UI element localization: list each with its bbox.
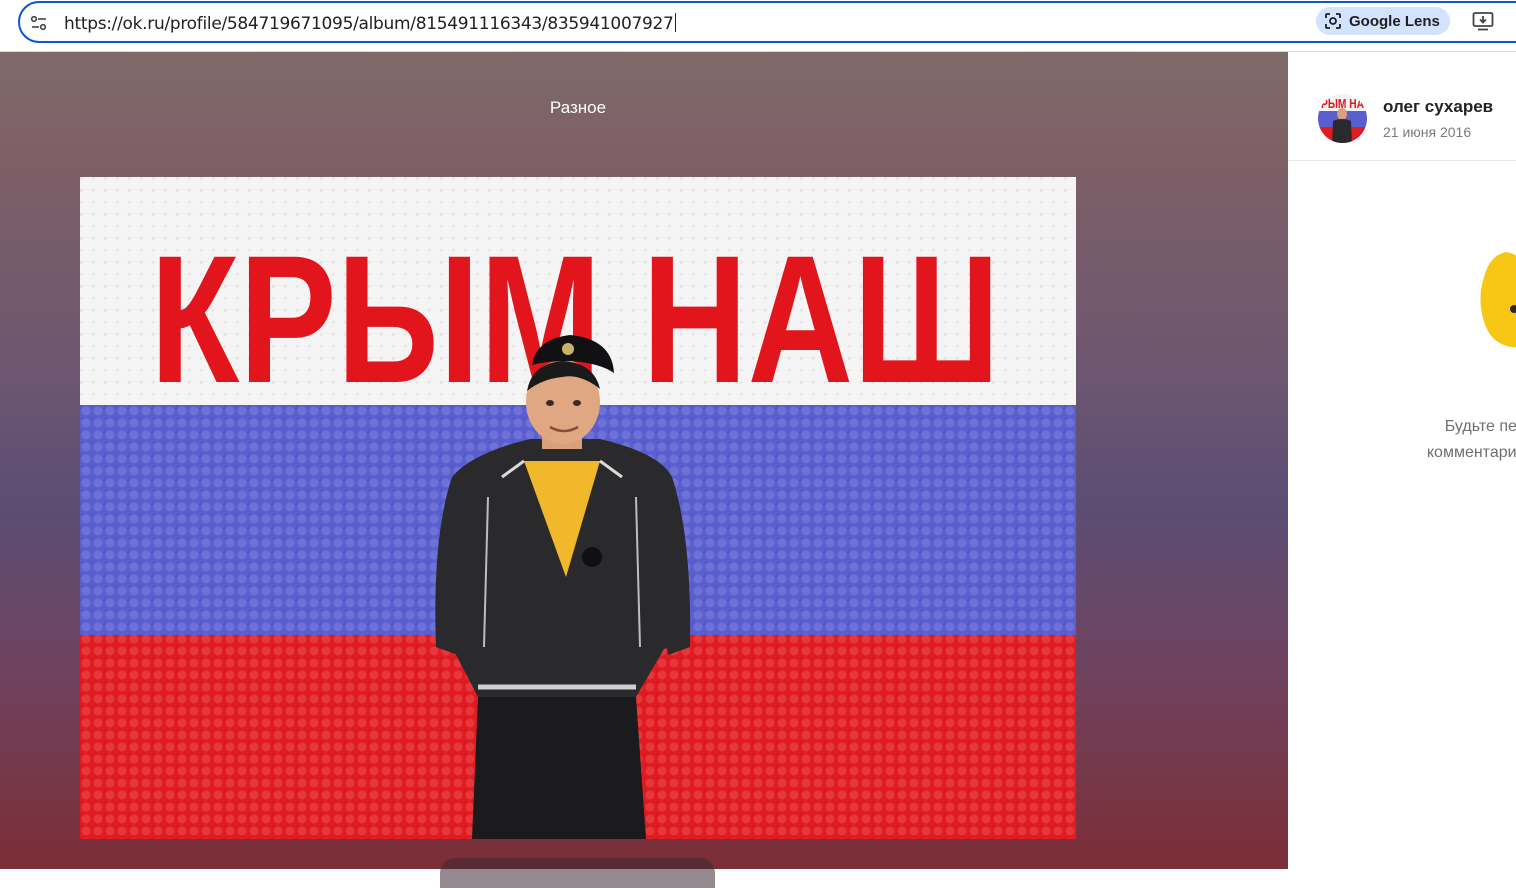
photo-viewer: Разное КРЫМ НАШ [0, 52, 1288, 888]
no-comments-line-1: Будьте первым, [1444, 418, 1516, 435]
album-title[interactable]: Разное [0, 98, 1156, 118]
photo-image: КРЫМ НАШ [80, 177, 1076, 839]
url-text[interactable]: https://ok.ru/profile/584719671095/album… [64, 13, 676, 34]
ok-mascot-icon [1480, 252, 1516, 348]
no-comments-line-2: комментарий к фото [1426, 444, 1516, 461]
install-app-icon[interactable] [1472, 11, 1494, 31]
google-lens-icon [1325, 13, 1341, 29]
google-lens-button[interactable]: Google Lens [1316, 7, 1450, 35]
photo[interactable]: КРЫМ НАШ [80, 177, 1076, 839]
author-header: РЫМ НА олег сухарев 21 июня 2016 [1288, 52, 1516, 161]
google-lens-label: Google Lens [1349, 12, 1440, 30]
avatar[interactable]: РЫМ НА [1318, 94, 1367, 143]
address-bar[interactable]: https://ok.ru/profile/584719671095/album… [18, 1, 1516, 43]
no-comments-message: Будьте первым, комментарий к фото [1388, 414, 1516, 466]
photo-sidebar: РЫМ НА олег сухарев 21 июня 2016 Будьте … [1288, 52, 1516, 869]
text-caret [674, 13, 676, 32]
post-date: 21 июня 2016 [1383, 124, 1472, 140]
tune-icon[interactable] [29, 13, 49, 33]
photo-actions-bar[interactable] [440, 858, 715, 888]
browser-toolbar: https://ok.ru/profile/584719671095/album… [0, 0, 1516, 52]
author-name[interactable]: олег сухарев [1383, 97, 1493, 117]
